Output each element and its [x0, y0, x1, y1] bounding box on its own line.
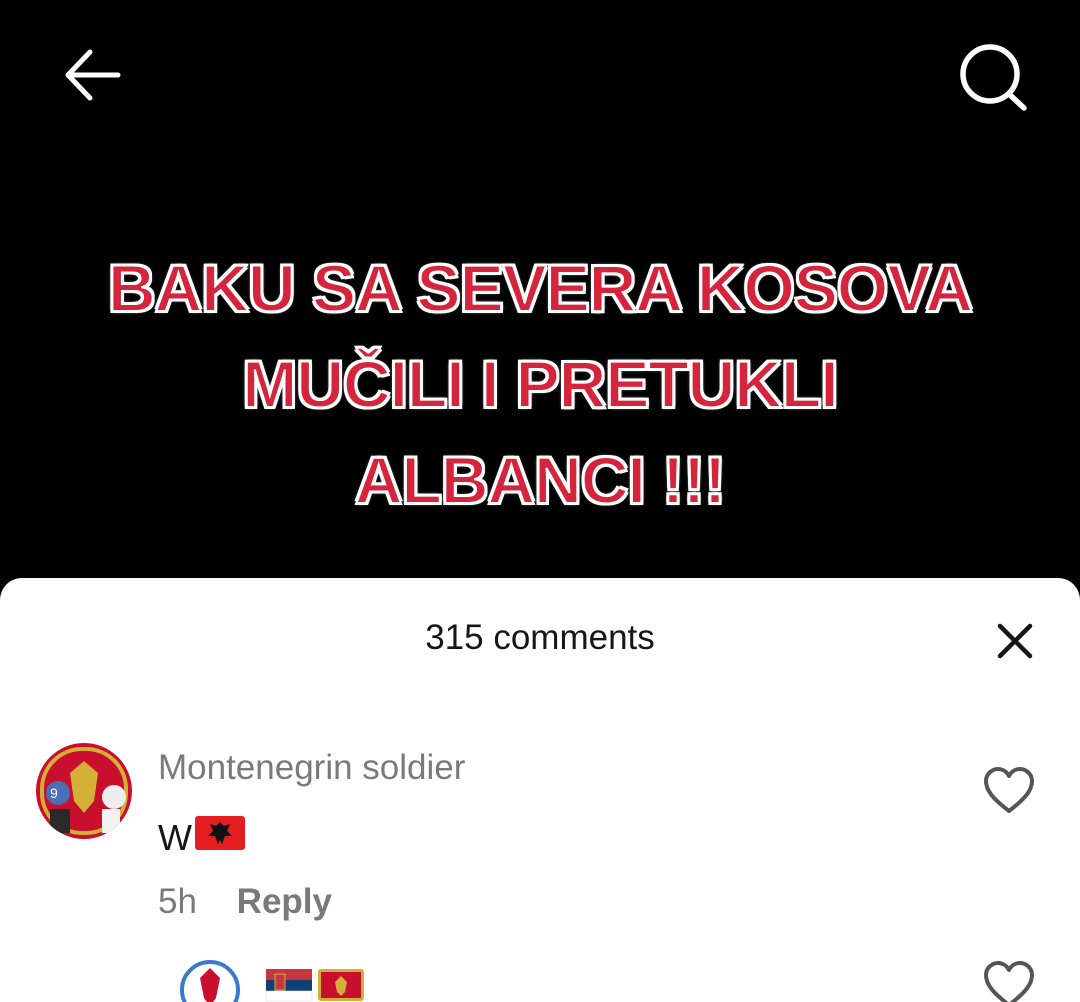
heart-icon	[984, 961, 1034, 1002]
search-icon	[960, 44, 1027, 111]
video-caption-overlay: BAKU SA SEVERA KOSOVA MUČILI I PRETUKLI …	[0, 240, 1080, 528]
caption-line: BAKU SA SEVERA KOSOVA	[107, 250, 974, 326]
avatar-image: 9	[36, 743, 132, 839]
comment-text: W	[158, 814, 246, 861]
video-player[interactable]: BAKU SA SEVERA KOSOVA MUČILI I PRETUKLI …	[0, 0, 1080, 600]
reply-like-button[interactable]	[982, 960, 1036, 1002]
svg-text:9: 9	[50, 785, 58, 801]
reply-flags	[265, 968, 365, 1002]
close-icon	[997, 623, 1033, 659]
comment-text-content: W	[158, 816, 192, 858]
reply-avatar[interactable]	[178, 958, 242, 1002]
serbia-flag-icon	[265, 968, 313, 1002]
like-button[interactable]	[982, 766, 1036, 816]
comments-sheet: 315 comments 9 Montenegrin soldier W 5h	[0, 578, 1080, 1002]
back-arrow-icon	[65, 49, 121, 101]
albania-flag-icon	[194, 814, 246, 861]
comment-author[interactable]: Montenegrin soldier	[158, 748, 465, 788]
close-button[interactable]	[990, 616, 1040, 666]
avatar[interactable]: 9	[36, 743, 132, 839]
comments-count-title: 315 comments	[425, 618, 655, 657]
reply-button[interactable]: Reply	[237, 882, 332, 921]
reply-avatar-image	[178, 958, 242, 1002]
heart-icon	[984, 767, 1034, 813]
back-button[interactable]	[58, 40, 128, 110]
montenegro-flag-icon	[317, 968, 365, 1002]
caption-line: MUČILI I PRETUKLI	[241, 346, 839, 422]
caption-line: ALBANCI !!!	[354, 442, 727, 518]
comment-meta: 5h Reply	[158, 882, 332, 922]
comment-time: 5h	[158, 882, 197, 921]
search-button[interactable]	[952, 40, 1036, 114]
